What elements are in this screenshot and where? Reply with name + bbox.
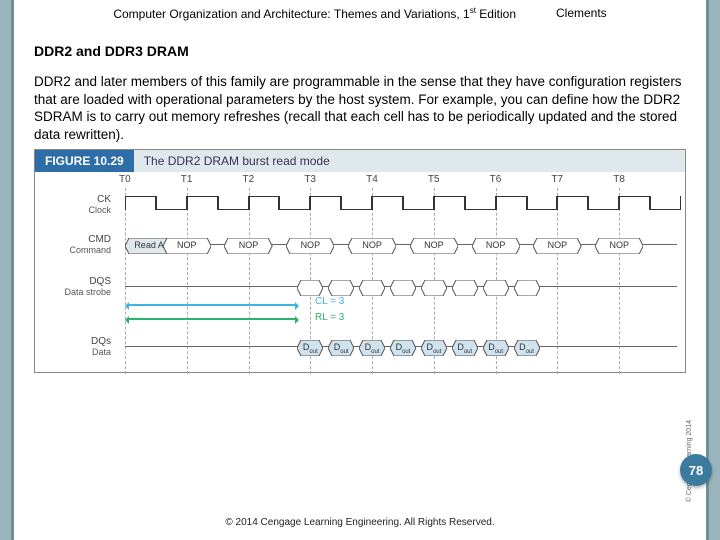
hex-bubble — [328, 280, 354, 296]
clock-high — [619, 196, 650, 210]
clock-low — [279, 196, 310, 210]
cl-label: CL = 3 — [315, 296, 344, 307]
row-label-ck: CK Clock — [41, 194, 111, 216]
hex-bubble: Dout — [452, 340, 478, 356]
tick-row: T0T1T2T3T4T5T6T7T8 — [125, 174, 677, 188]
tick-label: T2 — [243, 174, 255, 185]
figure-caption: The DDR2 DRAM burst read mode — [134, 150, 685, 172]
cl-arrow — [127, 304, 297, 306]
clock-high — [372, 196, 403, 210]
dqs-sublabel: Data strobe — [64, 287, 111, 297]
hex-bubble — [514, 280, 540, 296]
clock-high — [249, 196, 280, 210]
hex-bubble: NOP — [595, 238, 643, 254]
clock-low — [218, 196, 249, 210]
dq-row: Dout Dout Dout Dout Dout Dout Dout Dout — [125, 338, 677, 358]
clock-high — [310, 196, 341, 210]
hex-bubble: NOP — [533, 238, 581, 254]
hex-bubble: NOP — [348, 238, 396, 254]
book-title-text: Computer Organization and Architecture: … — [113, 7, 469, 21]
figure-header: FIGURE 10.29 The DDR2 DRAM burst read mo… — [35, 150, 685, 172]
border-left — [11, 0, 14, 540]
hex-bubble: Dout — [359, 340, 385, 356]
hex-bubble — [421, 280, 447, 296]
clock-waveform — [125, 192, 677, 216]
figure-number: FIGURE 10.29 — [35, 150, 134, 172]
hex-bubble: Dout — [297, 340, 323, 356]
tick-label: T4 — [366, 174, 378, 185]
hex-bubble: NOP — [286, 238, 334, 254]
clock-high — [125, 196, 156, 210]
tick-label: T8 — [613, 174, 625, 185]
clock-low — [403, 196, 434, 210]
row-label-dqs: DQS Data strobe — [41, 276, 111, 298]
hex-bubble: Dout — [514, 340, 540, 356]
slide: Computer Organization and Architecture: … — [0, 0, 720, 540]
hex-bubble: NOP — [163, 238, 211, 254]
dq-label: DQs — [91, 336, 111, 347]
dqs-row — [125, 278, 677, 298]
hex-bubble — [390, 280, 416, 296]
author: Clements — [556, 6, 607, 21]
hex-bubble — [297, 280, 323, 296]
cmd-row: Read A NOP NOP NOP NOP NOP NOP NOP NOP — [125, 236, 677, 256]
clock-high — [557, 196, 588, 210]
rl-arrow — [127, 318, 297, 320]
dq-sublabel: Data — [92, 347, 111, 357]
book-title: Computer Organization and Architecture: … — [113, 6, 516, 21]
tick-label: T1 — [181, 174, 193, 185]
cmd-sublabel: Command — [69, 245, 111, 255]
footer-copyright: © 2014 Cengage Learning Engineering. All… — [14, 517, 706, 528]
hex-bubble: Dout — [421, 340, 447, 356]
tick-label: T5 — [428, 174, 440, 185]
tick-label: T6 — [490, 174, 502, 185]
dqs-label: DQS — [89, 276, 111, 287]
tick-label: T7 — [551, 174, 563, 185]
row-label-cmd: CMD Command — [41, 234, 111, 256]
clock-low — [156, 196, 187, 210]
clock-high — [496, 196, 527, 210]
header: Computer Organization and Architecture: … — [14, 0, 706, 29]
hex-bubble: Dout — [390, 340, 416, 356]
row-label-dq: DQs Data — [41, 336, 111, 358]
timing-diagram: T0T1T2T3T4T5T6T7T8 CK Clock CMD Command … — [35, 172, 685, 372]
hex-bubble: Dout — [328, 340, 354, 356]
clock-low — [650, 196, 681, 210]
content: DDR2 and DDR3 DRAM DDR2 and later member… — [14, 43, 706, 373]
body-text: DDR2 and later members of this family ar… — [34, 73, 686, 143]
hex-bubble — [452, 280, 478, 296]
hex-bubble: NOP — [224, 238, 272, 254]
hex-bubble: Dout — [483, 340, 509, 356]
cmd-label: CMD — [88, 234, 111, 245]
ck-label: CK — [97, 194, 111, 205]
hex-bubble — [359, 280, 385, 296]
page-number-badge: 78 — [680, 454, 712, 486]
clock-high — [434, 196, 465, 210]
section-title: DDR2 and DDR3 DRAM — [34, 43, 686, 59]
figure: FIGURE 10.29 The DDR2 DRAM burst read mo… — [34, 149, 686, 373]
clock-low — [588, 196, 619, 210]
tick-label: T0 — [119, 174, 131, 185]
clock-low — [341, 196, 372, 210]
clock-high — [187, 196, 218, 210]
edition-word: Edition — [476, 7, 516, 21]
rl-label: RL = 3 — [315, 312, 344, 323]
clock-low — [527, 196, 558, 210]
clock-low — [465, 196, 496, 210]
tick-label: T3 — [304, 174, 316, 185]
hex-bubble — [483, 280, 509, 296]
hex-bubble: NOP — [472, 238, 520, 254]
ck-sublabel: Clock — [88, 205, 111, 215]
hex-bubble: NOP — [410, 238, 458, 254]
